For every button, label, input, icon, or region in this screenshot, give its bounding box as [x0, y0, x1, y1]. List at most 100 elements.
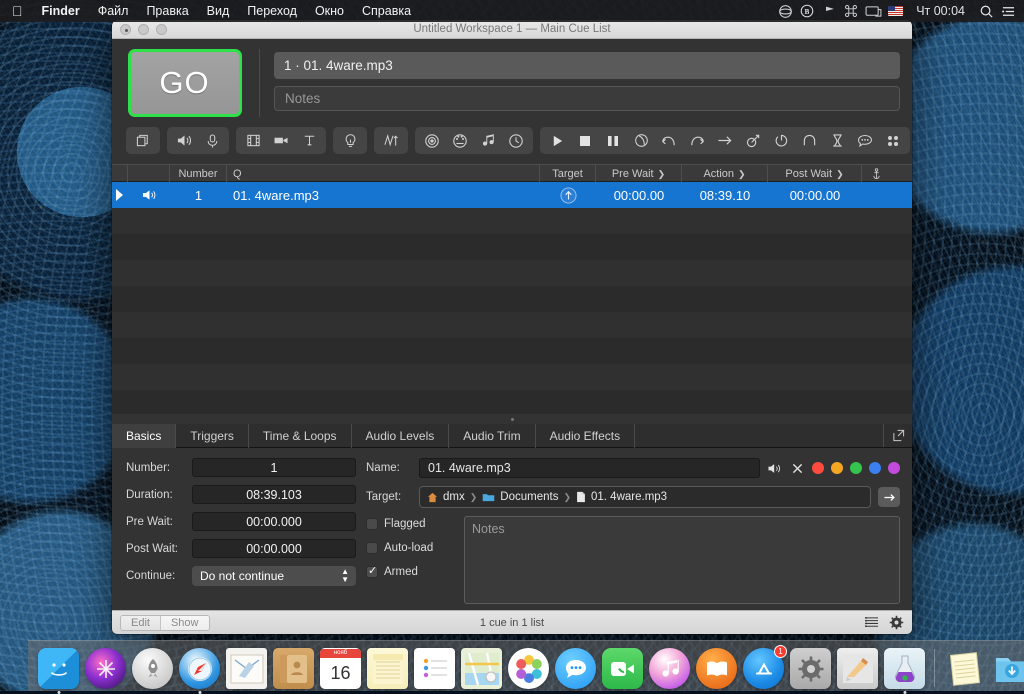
- armed-checkbox[interactable]: Armed: [366, 566, 454, 578]
- menu-bar-clock[interactable]: Чт 00:04: [907, 0, 974, 22]
- color-swatch-purple[interactable]: [888, 462, 900, 474]
- previous-button-icon[interactable]: [655, 128, 683, 153]
- cue-list-empty-area[interactable]: [112, 208, 912, 414]
- tab-audio-effects[interactable]: Audio Effects: [536, 424, 636, 448]
- dock-item-notes[interactable]: [367, 648, 408, 689]
- column-header-pre-wait[interactable]: Pre Wait ❯: [596, 165, 682, 183]
- splitter-handle[interactable]: [112, 414, 912, 424]
- column-header-anchor[interactable]: [862, 165, 890, 183]
- target-cue-icon[interactable]: [418, 128, 446, 153]
- dock-item-system-preferences[interactable]: [790, 648, 831, 689]
- group-cue-icon[interactable]: [129, 128, 157, 153]
- dock-item-facetime[interactable]: [602, 648, 643, 689]
- continue-dropdown[interactable]: Do not continue ▲▼: [192, 566, 356, 586]
- list-view-icon[interactable]: [865, 616, 879, 629]
- search-icon[interactable]: [976, 0, 996, 22]
- dock-item-reminders[interactable]: [414, 648, 455, 689]
- target-arrow-icon[interactable]: [540, 182, 596, 208]
- color-swatch-green[interactable]: [850, 462, 862, 474]
- dock-item-mail[interactable]: [226, 648, 267, 689]
- audition-speaker-icon[interactable]: [767, 462, 783, 475]
- dock-item-documents-stack[interactable]: [944, 648, 985, 689]
- hourglass-icon[interactable]: [823, 128, 851, 153]
- pre-wait-field[interactable]: 00:00.000: [192, 512, 356, 531]
- dock-item-qlab[interactable]: [884, 648, 925, 689]
- grid-view-icon[interactable]: [879, 128, 907, 153]
- dock-item-safari[interactable]: [179, 648, 220, 689]
- apple-menu-icon[interactable]: : [8, 0, 33, 22]
- color-swatch-red[interactable]: [812, 462, 824, 474]
- target-path-bar[interactable]: dmx ❯ Documents ❯ 01. 4ware.mp3: [419, 486, 871, 508]
- dock-item-downloads-stack[interactable]: [991, 648, 1024, 689]
- creative-cloud-icon[interactable]: [775, 0, 795, 22]
- number-field[interactable]: 1: [192, 458, 356, 477]
- camera-cue-icon[interactable]: [267, 128, 295, 153]
- dock-item-photos[interactable]: [508, 648, 549, 689]
- fade-button-icon[interactable]: [795, 128, 823, 153]
- column-header-action[interactable]: Action ❯: [682, 165, 768, 183]
- light-cue-icon[interactable]: [336, 128, 364, 153]
- start-button-icon[interactable]: [543, 128, 571, 153]
- devamp-button-icon[interactable]: [739, 128, 767, 153]
- load-button-icon[interactable]: [627, 128, 655, 153]
- dock-item-messages[interactable]: [555, 648, 596, 689]
- window-title-bar[interactable]: Untitled Workspace 1 — Main Cue List: [112, 20, 912, 39]
- tab-audio-trim[interactable]: Audio Trim: [449, 424, 535, 448]
- flagged-checkbox[interactable]: Flagged: [366, 518, 454, 530]
- control-center-icon[interactable]: [998, 0, 1018, 22]
- column-header-number[interactable]: Number: [170, 165, 227, 183]
- audio-cue-icon[interactable]: [170, 128, 198, 153]
- midi-cue-icon[interactable]: [446, 128, 474, 153]
- dock-item-preview[interactable]: [837, 648, 878, 689]
- menu-item-help[interactable]: Справка: [353, 0, 420, 22]
- dock-item-contacts[interactable]: [273, 648, 314, 689]
- panic-button-icon[interactable]: [767, 128, 795, 153]
- post-wait-field[interactable]: 00:00.000: [192, 539, 356, 558]
- pause-button-icon[interactable]: [599, 128, 627, 153]
- go-button[interactable]: GO: [128, 49, 242, 117]
- auto-load-checkbox[interactable]: Auto-load: [366, 542, 454, 554]
- goto-button-icon[interactable]: [711, 128, 739, 153]
- gear-icon[interactable]: [889, 615, 904, 630]
- clear-color-icon[interactable]: [790, 463, 805, 474]
- menu-item-go[interactable]: Переход: [238, 0, 306, 22]
- dock-item-itunes[interactable]: [649, 648, 690, 689]
- text-cue-icon[interactable]: [295, 128, 323, 153]
- dock-item-launchpad[interactable]: [132, 648, 173, 689]
- video-cue-icon[interactable]: [239, 128, 267, 153]
- menu-item-edit[interactable]: Правка: [137, 0, 197, 22]
- tab-time-and-loops[interactable]: Time & Loops: [249, 424, 352, 448]
- menu-item-window[interactable]: Окно: [306, 0, 353, 22]
- color-swatch-orange[interactable]: [831, 462, 843, 474]
- column-header-target[interactable]: Target: [540, 165, 596, 183]
- column-header-post-wait[interactable]: Post Wait ❯: [768, 165, 862, 183]
- cue-notes-textarea[interactable]: Notes: [464, 516, 900, 604]
- column-header-q[interactable]: Q: [227, 165, 540, 183]
- workspace-notes-field[interactable]: Notes: [274, 86, 900, 111]
- menu-item-view[interactable]: Вид: [198, 0, 239, 22]
- mic-cue-icon[interactable]: [198, 128, 226, 153]
- bitdefender-icon[interactable]: B: [797, 0, 817, 22]
- dock-item-siri[interactable]: [85, 648, 126, 689]
- dock-item-app-store[interactable]: 1: [743, 648, 784, 689]
- command-icon[interactable]: [841, 0, 861, 22]
- flag-pin-icon[interactable]: [819, 0, 839, 22]
- tab-triggers[interactable]: Triggers: [176, 424, 249, 448]
- table-row[interactable]: 1 01. 4ware.mp3 00:00.00 08:39.10 00:00.…: [112, 182, 912, 208]
- dock-item-ibooks[interactable]: [696, 648, 737, 689]
- tab-audio-levels[interactable]: Audio Levels: [352, 424, 450, 448]
- name-field[interactable]: 01. 4ware.mp3: [419, 458, 760, 478]
- reveal-target-button[interactable]: [878, 487, 900, 507]
- menu-item-finder[interactable]: Finder: [33, 0, 89, 22]
- menu-item-file[interactable]: Файл: [89, 0, 138, 22]
- stop-button-icon[interactable]: [571, 128, 599, 153]
- script-cue-icon[interactable]: [851, 128, 879, 153]
- dock-item-maps[interactable]: [461, 648, 502, 689]
- screen-mirroring-icon[interactable]: [863, 0, 883, 22]
- network-cue-icon[interactable]: [377, 128, 405, 153]
- color-swatch-blue[interactable]: [869, 462, 881, 474]
- input-language-flag-icon[interactable]: [885, 0, 905, 22]
- expand-icon[interactable]: [884, 424, 912, 447]
- tab-basics[interactable]: Basics: [112, 424, 176, 448]
- dock-item-calendar[interactable]: нояб 16: [320, 648, 361, 689]
